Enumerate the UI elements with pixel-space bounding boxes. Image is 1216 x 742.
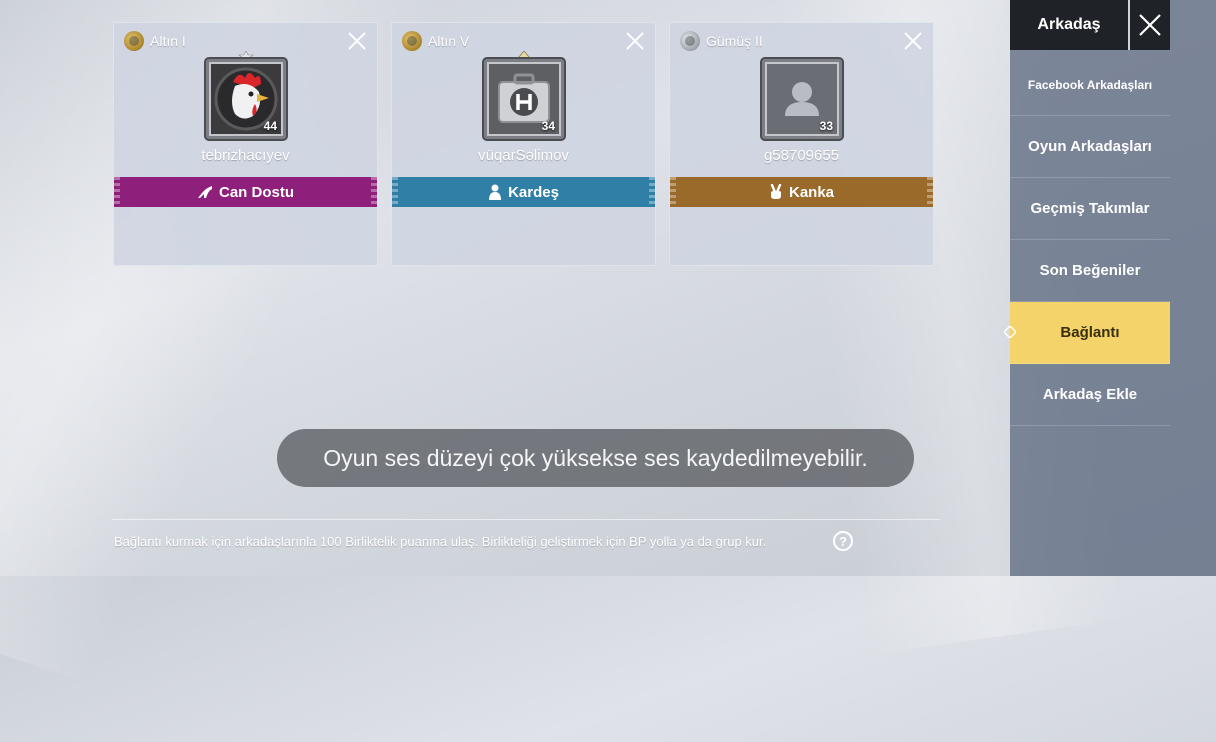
active-pointer-icon [1004,326,1016,338]
rank-badge: Altın V [402,31,469,51]
hint-text: Bağlantı kurmak için arkadaşlarınla 100 … [114,534,767,549]
relation-label: Kardeş [508,183,559,201]
heel-icon [198,186,212,198]
sidebar-header: Arkadaş [1010,0,1170,50]
avatar[interactable]: 33 [762,59,842,139]
close-icon [1139,14,1161,36]
silver-rank-icon [680,31,700,51]
friend-card[interactable]: Gümüş II 33 g58709655 Kanka [669,22,934,266]
relation-label: Kanka [788,183,835,201]
friend-card[interactable]: Altın V 34 vüqarSəlimov Kardeş [391,22,656,266]
sidebar-item-connection[interactable]: Bağlantı [1010,302,1170,364]
gold-rank-icon [124,31,144,51]
relation-banner: Kardeş [392,177,655,207]
friend-card[interactable]: Altın I 44 tebrizhacıyev Can Dostu [113,22,378,266]
sidebar-item-facebook-friends[interactable]: Facebook Arkadaşları [1010,54,1170,116]
relation-banner: Kanka [670,177,933,207]
username: tebrizhacıyev [201,147,290,164]
avatar[interactable]: 44 [206,59,286,139]
toast-text: Oyun ses düzeyi çok yüksekse ses kaydedi… [323,444,868,471]
rank-badge: Altın I [124,31,186,51]
level-number: 44 [263,119,277,133]
toast-message: Oyun ses düzeyi çok yüksekse ses kaydedi… [277,429,914,487]
sidebar-title: Arkadaş [1010,0,1128,50]
friends-sidebar: Arkadaş Facebook Arkadaşları Oyun Arkada… [1004,0,1216,576]
rank-label: Altın V [428,33,470,49]
close-icon[interactable] [623,29,647,53]
avatar[interactable]: 34 [484,59,564,139]
level-number: 33 [819,119,833,133]
gold-rank-icon [402,31,422,51]
help-icon[interactable]: ? [833,531,853,551]
sidebar-item-game-friends[interactable]: Oyun Arkadaşları [1010,116,1170,178]
close-panel-button[interactable] [1128,0,1170,50]
close-icon[interactable] [901,29,925,53]
rank-label: Gümüş II [706,33,763,49]
sidebar-item-past-teams[interactable]: Geçmiş Takımlar [1010,178,1170,240]
username: vüqarSəlimov [478,147,569,164]
relation-label: Can Dostu [219,183,294,201]
level-number: 34 [541,119,555,133]
sidebar-item-add-friend[interactable]: Arkadaş Ekle [1010,364,1170,426]
person-icon [489,184,502,200]
rank-badge: Gümüş II [680,31,763,51]
divider [112,519,940,520]
sidebar-item-recent-likes[interactable]: Son Beğeniler [1010,240,1170,302]
rank-label: Altın I [150,33,186,49]
username: g58709655 [763,147,840,164]
sidebar-menu: Facebook Arkadaşları Oyun Arkadaşları Ge… [1010,54,1170,426]
close-icon[interactable] [345,29,369,53]
peace-hand-icon [770,184,782,199]
relation-banner: Can Dostu [114,177,377,207]
